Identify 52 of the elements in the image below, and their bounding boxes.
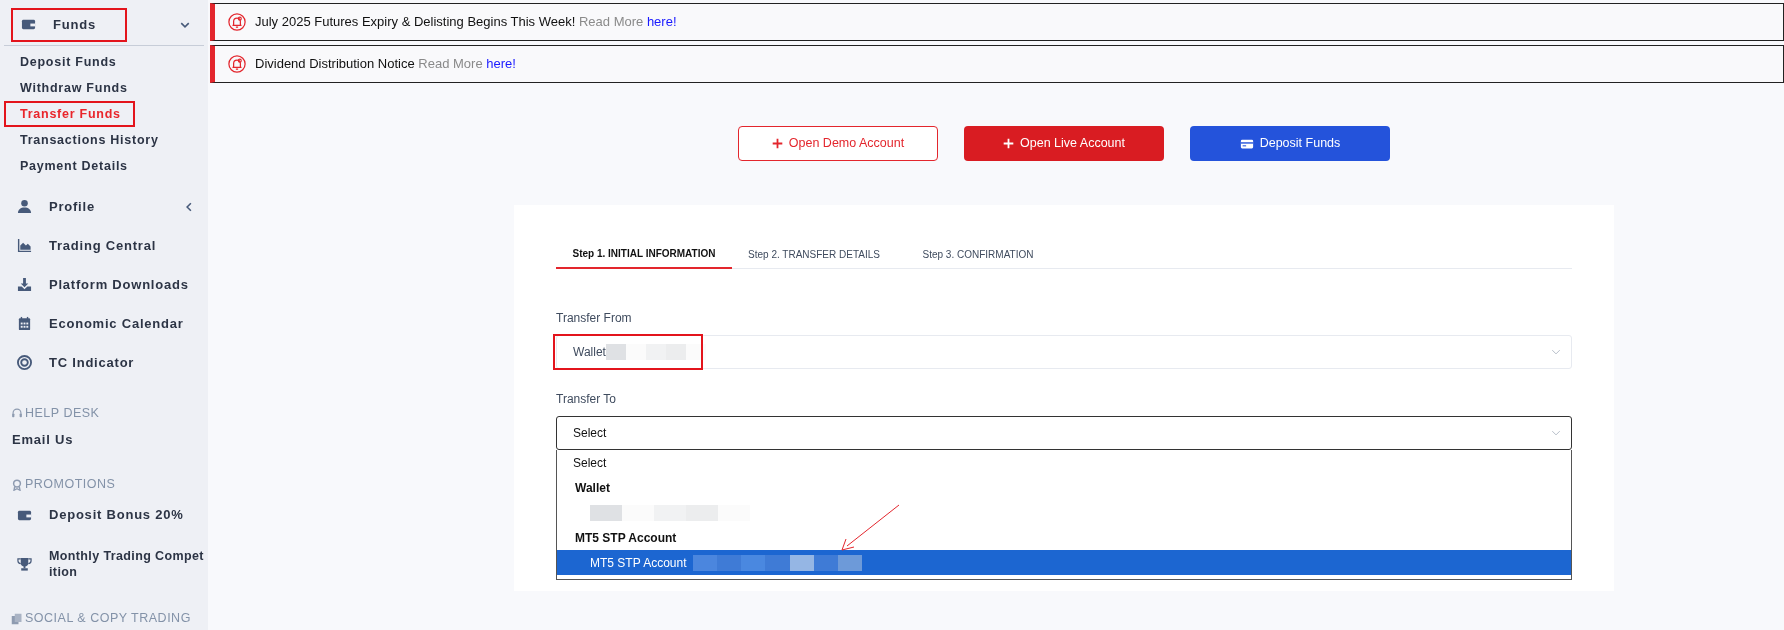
area-chart-icon	[17, 238, 32, 253]
sidebar-item[interactable]: Monthly Trading Competition	[15, 548, 207, 580]
submenu-item[interactable]: Withdraw Funds	[6, 77, 140, 99]
calendar-icon	[17, 316, 32, 331]
sidebar-item[interactable]: Deposit Bonus 20%	[15, 500, 186, 530]
notice-text: July 2025 Futures Expiry & Delisting Begins This Week! Read More here!	[255, 13, 677, 32]
dropdown-option[interactable]: Select	[557, 450, 1571, 475]
notice-text: Dividend Distribution Notice Read More here!	[255, 55, 516, 74]
submenu-item[interactable]: Deposit Funds	[6, 51, 129, 73]
bell-icon	[228, 55, 246, 73]
select-field[interactable]: Wallet	[556, 335, 1572, 369]
option-group-label: MT5 STP Account	[575, 529, 677, 547]
dropdown-option[interactable]: MT5 STP Account	[557, 550, 1571, 575]
option-group-label: Wallet	[575, 479, 610, 497]
plus-icon	[1003, 138, 1015, 149]
action-button[interactable]: Open Live Account	[964, 126, 1164, 161]
sidebar-item[interactable]: Economic Calendar	[15, 308, 186, 339]
field-label: Transfer To	[556, 391, 617, 408]
trophy-icon	[17, 556, 32, 572]
wallet-icon	[21, 17, 36, 32]
chevron-down-icon	[1551, 347, 1561, 357]
field-label: Transfer From	[556, 310, 632, 327]
sidebar-item[interactable]: Platform Downloads	[15, 269, 191, 300]
section-heading: HELP DESK	[25, 404, 100, 422]
plus-icon	[771, 138, 783, 149]
sidebar-item[interactable]: Trading Central	[15, 230, 159, 261]
sidebar-item[interactable]: TC Indicator	[15, 347, 137, 378]
headset-icon	[11, 407, 23, 419]
step-tab[interactable]: Step 1. INITIAL INFORMATION	[556, 239, 732, 269]
action-button[interactable]: Open Demo Account	[738, 126, 938, 161]
step-tab[interactable]: Step 2. TRANSFER DETAILS	[732, 239, 896, 269]
sidebar-link[interactable]: Email Us	[12, 430, 74, 450]
bell-icon	[228, 13, 246, 31]
select-field[interactable]: Select	[556, 416, 1572, 450]
download-icon	[17, 277, 32, 292]
copy-icon	[11, 612, 23, 625]
sidebar-item[interactable]: Profile	[15, 191, 97, 222]
award-icon	[11, 478, 23, 491]
step-tab[interactable]: Step 3. CONFIRMATION	[896, 239, 1060, 269]
user-icon	[17, 199, 32, 214]
annotation-arrow	[841, 504, 901, 552]
sidebar-item[interactable]: Funds	[13, 9, 125, 40]
section-heading: SOCIAL & COPY TRADING	[25, 610, 191, 628]
submenu-item[interactable]: Transactions History	[6, 129, 171, 151]
target-icon	[17, 355, 32, 370]
submenu-item[interactable]: Payment Details	[6, 155, 140, 177]
submenu-item[interactable]: Transfer Funds	[6, 103, 133, 125]
read-more-link[interactable]: here!	[646, 14, 677, 30]
chevron-down-icon	[1551, 428, 1561, 438]
action-button[interactable]: Deposit Funds	[1190, 126, 1390, 161]
section-heading: PROMOTIONS	[25, 476, 116, 494]
read-more-link[interactable]: here!	[486, 56, 516, 72]
